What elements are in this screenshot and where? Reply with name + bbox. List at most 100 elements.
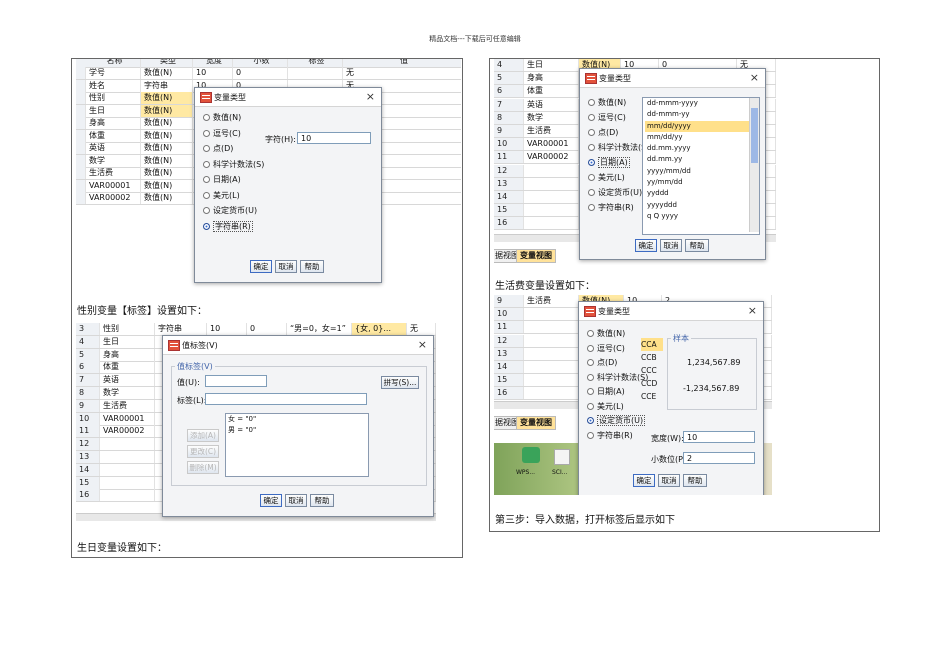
table-cell[interactable]: 数值(N)	[141, 142, 193, 154]
radio-option[interactable]: 字符串(R)	[203, 220, 253, 232]
list-item[interactable]: yy/mm/dd	[645, 177, 759, 188]
table-cell[interactable]: 数学	[86, 154, 141, 167]
radio-option[interactable]: 字符串(R)	[587, 430, 633, 441]
row-header[interactable]	[76, 117, 86, 129]
radio-option[interactable]: 科学计数法(S)	[203, 159, 264, 170]
table-cell[interactable]: 无	[407, 323, 436, 335]
table-cell[interactable]	[288, 67, 343, 79]
radio-option[interactable]: 数值(N)	[588, 97, 626, 108]
value-label-list[interactable]: 女 = "0" 男 = "0"	[225, 413, 369, 477]
table-cell[interactable]: 英语	[524, 98, 579, 111]
radio-icon[interactable]	[203, 114, 210, 121]
table-cell[interactable]: VAR00001	[86, 179, 141, 192]
radio-icon[interactable]	[203, 145, 210, 152]
row-number[interactable]: 10	[494, 308, 524, 321]
list-item[interactable]: dd-mmm-yyyy	[645, 98, 759, 109]
help-button[interactable]: 帮助	[300, 260, 324, 273]
cancel-button[interactable]: 取消	[658, 474, 680, 487]
col-header[interactable]: 标签	[288, 59, 343, 67]
table-cell[interactable]: {女, 0}...	[352, 323, 407, 335]
table-cell[interactable]: 数值(N)	[141, 117, 193, 129]
table-cell[interactable]	[100, 463, 155, 476]
row-number[interactable]: 11	[494, 151, 524, 164]
radio-option[interactable]: 日期(A)	[203, 174, 241, 185]
table-cell[interactable]: 性别	[86, 92, 141, 104]
table-cell[interactable]: 生活费	[524, 295, 579, 307]
table-cell[interactable]	[524, 217, 579, 230]
row-number[interactable]: 13	[76, 451, 100, 463]
radio-option[interactable]: 点(D)	[588, 127, 618, 138]
close-icon[interactable]: ×	[748, 304, 757, 317]
row-number[interactable]: 16	[76, 489, 100, 502]
list-item[interactable]: 女 = "0"	[226, 414, 368, 425]
table-cell[interactable]	[524, 308, 579, 321]
close-icon[interactable]: ×	[750, 71, 759, 84]
row-header[interactable]	[76, 92, 86, 104]
radio-option[interactable]: 数值(N)	[587, 328, 625, 339]
table-cell[interactable]	[100, 438, 155, 451]
radio-option[interactable]: 日期(A)	[588, 157, 630, 168]
list-scrollbar[interactable]	[749, 98, 759, 232]
table-cell[interactable]: “男=0，女=1”	[287, 323, 352, 335]
scroll-thumb[interactable]	[751, 108, 758, 163]
radio-icon[interactable]	[588, 144, 595, 151]
list-item[interactable]: CCE	[641, 390, 663, 403]
ok-button[interactable]: 确定	[250, 260, 272, 273]
radio-option[interactable]: 点(D)	[203, 143, 233, 154]
list-item[interactable]: CCC	[641, 364, 663, 377]
list-item[interactable]: dd.mm.yyyy	[645, 143, 759, 154]
help-button[interactable]: 帮助	[310, 494, 334, 507]
radio-option[interactable]: 科学计数法(S)	[588, 142, 649, 153]
row-number[interactable]: 3	[76, 323, 100, 335]
taskbar-label[interactable]: WPS...	[516, 469, 535, 476]
list-item[interactable]: dd-mmm-yy	[645, 109, 759, 120]
row-number[interactable]: 4	[76, 335, 100, 348]
add-button[interactable]: 添加(A)	[187, 429, 219, 442]
list-item[interactable]: dd.mm.yy	[645, 154, 759, 165]
ok-button[interactable]: 确定	[260, 494, 282, 507]
table-cell[interactable]: 生日	[86, 104, 141, 117]
table-cell[interactable]	[524, 177, 579, 190]
radio-icon[interactable]	[588, 204, 595, 211]
radio-icon[interactable]	[203, 191, 210, 199]
radio-option[interactable]: 逗号(C)	[587, 343, 625, 354]
table-cell[interactable]: 身高	[524, 72, 579, 85]
row-number[interactable]: 6	[76, 361, 100, 374]
table-cell[interactable]: 性别	[100, 323, 155, 335]
table-cell[interactable]: 数学	[524, 111, 579, 124]
row-number[interactable]: 8	[494, 111, 524, 124]
table-cell[interactable]: 姓名	[86, 79, 141, 92]
row-number[interactable]: 13	[494, 347, 524, 360]
table-cell[interactable]: 数值(N)	[141, 154, 193, 167]
row-number[interactable]: 4	[494, 59, 524, 71]
table-cell[interactable]	[524, 347, 579, 360]
table-cell[interactable]: 体重	[86, 129, 141, 142]
table-cell[interactable]: 数值(N)	[141, 192, 193, 204]
radio-option[interactable]: 美元(L)	[587, 401, 624, 412]
radio-icon[interactable]	[588, 114, 595, 121]
table-cell[interactable]	[524, 191, 579, 203]
table-cell[interactable]: 生活费	[86, 167, 141, 179]
table-cell[interactable]: 0	[233, 67, 288, 79]
radio-icon[interactable]	[588, 129, 595, 136]
col-header[interactable]: 名称	[86, 59, 141, 67]
width-input[interactable]: 10	[683, 431, 755, 443]
row-header[interactable]	[76, 142, 86, 154]
table-cell[interactable]	[100, 476, 155, 489]
ok-button[interactable]: 确定	[635, 239, 657, 252]
row-number[interactable]: 12	[494, 164, 524, 177]
list-item[interactable]: mm/dd/yy	[645, 132, 759, 143]
row-header[interactable]	[76, 192, 86, 204]
table-cell[interactable]: VAR00002	[524, 151, 579, 164]
table-cell[interactable]: 字符串	[155, 323, 207, 335]
table-cell[interactable]	[524, 361, 579, 373]
table-cell[interactable]: 10	[193, 67, 233, 79]
spell-button[interactable]: 拼写(S)...	[381, 376, 419, 389]
table-cell[interactable]: 英语	[100, 374, 155, 387]
table-cell[interactable]: VAR00002	[86, 192, 141, 204]
row-number[interactable]: 14	[494, 191, 524, 203]
row-number[interactable]: 14	[76, 463, 100, 476]
col-header[interactable]: 类型	[141, 59, 193, 67]
sci-app-icon[interactable]	[554, 449, 570, 465]
row-number[interactable]: 15	[494, 204, 524, 217]
